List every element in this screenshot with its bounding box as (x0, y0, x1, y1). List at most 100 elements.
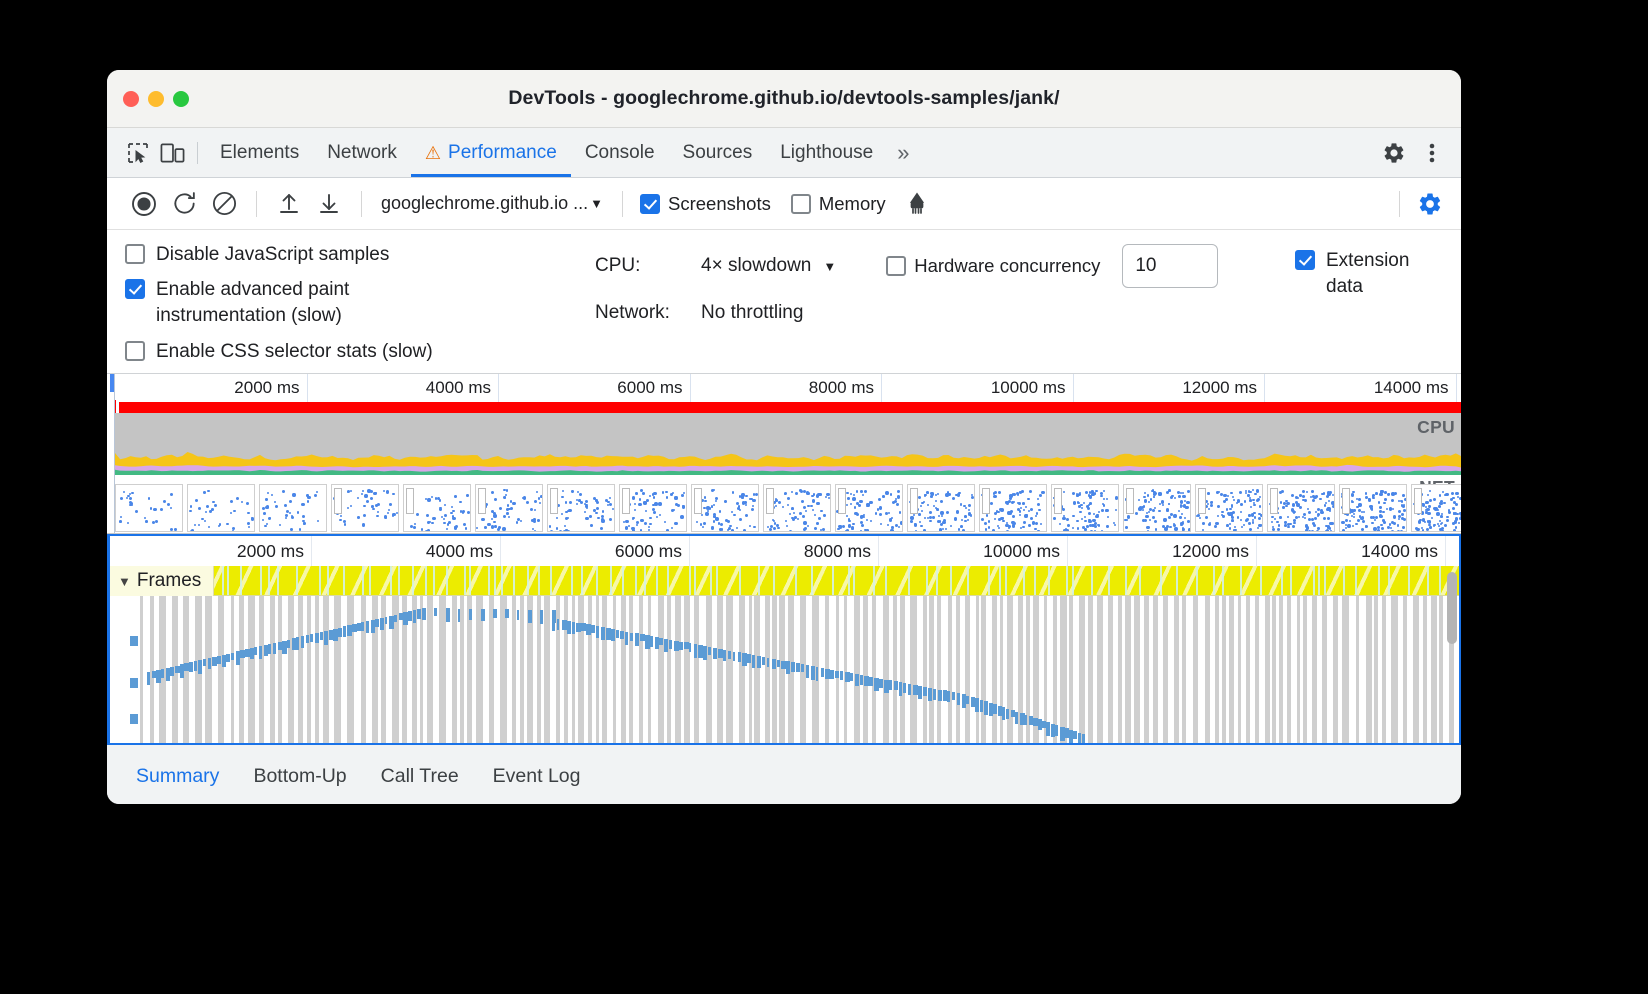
gear-icon[interactable] (1377, 138, 1411, 168)
flamechart-frame-marker (1073, 731, 1077, 739)
frames-group-header[interactable]: ▼ Frames (110, 566, 214, 596)
flamechart-frame-marker (147, 672, 150, 685)
maximize-window-button[interactable] (173, 91, 189, 107)
flamechart-grey-bar (1391, 596, 1398, 743)
load-profile-icon[interactable] (270, 185, 308, 223)
save-profile-icon[interactable] (310, 185, 348, 223)
filmstrip-screenshot[interactable] (1339, 484, 1407, 532)
extension-data-label: Extension data (1326, 248, 1436, 300)
tab-elements[interactable]: Elements (206, 128, 313, 177)
filmstrip-screenshot[interactable] (1195, 484, 1263, 532)
frame-separator (581, 566, 583, 595)
filmstrip-screenshot[interactable] (1411, 484, 1461, 532)
filmstrip-screenshot[interactable] (1123, 484, 1191, 532)
device-toolbar-icon[interactable] (155, 138, 189, 168)
frames-track[interactable]: ▼ Frames (110, 566, 1459, 596)
flamechart-grey-bar (1000, 596, 1004, 743)
more-tabs-icon[interactable]: » (887, 140, 916, 166)
flamechart-frame-marker (446, 608, 450, 622)
filmstrip-screenshot[interactable] (619, 484, 687, 532)
inspect-element-icon[interactable] (121, 138, 155, 168)
network-throttling-value[interactable]: No throttling (701, 302, 803, 324)
flamechart-frame-marker (343, 626, 346, 637)
flamechart-grey-bar (754, 596, 759, 743)
flamechart-frame-marker (189, 662, 193, 672)
flamechart-grey-bar (1069, 596, 1073, 743)
tab-event-log[interactable]: Event Log (478, 745, 596, 804)
filmstrip-screenshot[interactable] (187, 484, 255, 532)
record-button-icon[interactable] (125, 185, 163, 223)
flamechart-body[interactable] (110, 596, 1459, 743)
filmstrip-screenshot[interactable] (1051, 484, 1119, 532)
flamechart-grey-bar (1322, 596, 1327, 743)
close-window-button[interactable] (123, 91, 139, 107)
ruler-tick-line (498, 374, 499, 402)
flamechart-frame-marker (226, 654, 230, 663)
frame-separator (908, 566, 910, 595)
timeline-flamechart[interactable]: 2000 ms4000 ms6000 ms8000 ms10000 ms1200… (107, 534, 1461, 745)
cpu-throttling-select[interactable]: 4× slowdown ▼ (701, 255, 836, 277)
tab-call-tree-label: Call Tree (381, 765, 459, 788)
ruler-tick-label: 10000 ms (991, 378, 1073, 398)
filmstrip-screenshot[interactable] (475, 484, 543, 532)
advanced-paint-checkbox[interactable]: Enable advanced paint instrumentation (s… (125, 277, 595, 329)
flamechart-grey-bar (1272, 596, 1276, 743)
hardware-concurrency-checkbox[interactable]: Hardware concurrency (886, 255, 1100, 277)
screenshot-filmstrip[interactable] (115, 484, 1461, 534)
collect-garbage-icon[interactable] (898, 185, 936, 223)
tab-network[interactable]: Network (313, 128, 411, 177)
frame-separator (988, 566, 990, 595)
recording-selector[interactable]: googlechrome.github.io ... ▼ (375, 193, 609, 214)
filmstrip-screenshot[interactable] (403, 484, 471, 532)
minimize-window-button[interactable] (148, 91, 164, 107)
filmstrip-screenshot[interactable] (691, 484, 759, 532)
filmstrip-screenshot[interactable] (979, 484, 1047, 532)
flamechart-grey-bar (948, 596, 952, 743)
clear-recording-icon[interactable] (205, 185, 243, 223)
screenshots-checkbox[interactable]: Screenshots (640, 193, 771, 215)
flamechart-frame-marker (540, 610, 543, 624)
frame-separator (694, 566, 696, 595)
flamechart-grey-bar (675, 596, 681, 743)
capture-settings-gear-icon[interactable] (1411, 185, 1449, 223)
frame-separator (1378, 566, 1380, 595)
tab-sources[interactable]: Sources (669, 128, 767, 177)
memory-checkbox[interactable]: Memory (791, 193, 886, 215)
extension-data-checkbox[interactable]: Extension data (1295, 248, 1445, 300)
tab-call-tree[interactable]: Call Tree (366, 745, 474, 804)
reload-and-record-icon[interactable] (165, 185, 203, 223)
flamechart-frame-marker (130, 636, 138, 646)
hardware-concurrency-value: 10 (1135, 255, 1156, 277)
filmstrip-screenshot[interactable] (259, 484, 327, 532)
frame-separator (656, 566, 658, 595)
tab-bottom-up[interactable]: Bottom-Up (238, 745, 361, 804)
hardware-concurrency-input[interactable]: 10 (1122, 244, 1218, 288)
flamechart-frame-marker (394, 615, 397, 622)
tab-performance[interactable]: ⚠ Performance (411, 128, 571, 177)
flamechart-grey-bar (1255, 596, 1260, 743)
filmstrip-screenshot[interactable] (115, 484, 183, 532)
filmstrip-screenshot[interactable] (331, 484, 399, 532)
filmstrip-screenshot[interactable] (763, 484, 831, 532)
tab-summary[interactable]: Summary (121, 745, 234, 804)
filmstrip-screenshot[interactable] (547, 484, 615, 532)
kebab-menu-icon[interactable] (1415, 138, 1449, 168)
flamechart-frame-marker (869, 677, 873, 686)
disable-js-samples-checkbox[interactable]: Disable JavaScript samples (125, 242, 595, 268)
flamechart-grey-bar (726, 596, 733, 743)
css-selector-stats-checkbox[interactable]: Enable CSS selector stats (slow) (125, 339, 595, 365)
overview-window-handle[interactable] (110, 374, 114, 392)
ruler-tick-label: 14000 ms (1374, 378, 1456, 398)
flamechart-frame-marker (203, 659, 206, 666)
tab-console[interactable]: Console (571, 128, 669, 177)
advanced-paint-box (125, 279, 145, 299)
flamechart-grey-bar (205, 596, 212, 743)
flamechart-scrollbar-thumb[interactable] (1447, 572, 1457, 644)
filmstrip-screenshot[interactable] (835, 484, 903, 532)
filmstrip-screenshot[interactable] (907, 484, 975, 532)
filmstrip-screenshot[interactable] (1267, 484, 1335, 532)
timeline-overview[interactable]: 2000 ms4000 ms6000 ms8000 ms10000 ms1200… (107, 374, 1461, 534)
flamechart-frame-marker (505, 609, 510, 618)
flamechart-frame-marker (889, 680, 893, 689)
tab-lighthouse[interactable]: Lighthouse (766, 128, 887, 177)
